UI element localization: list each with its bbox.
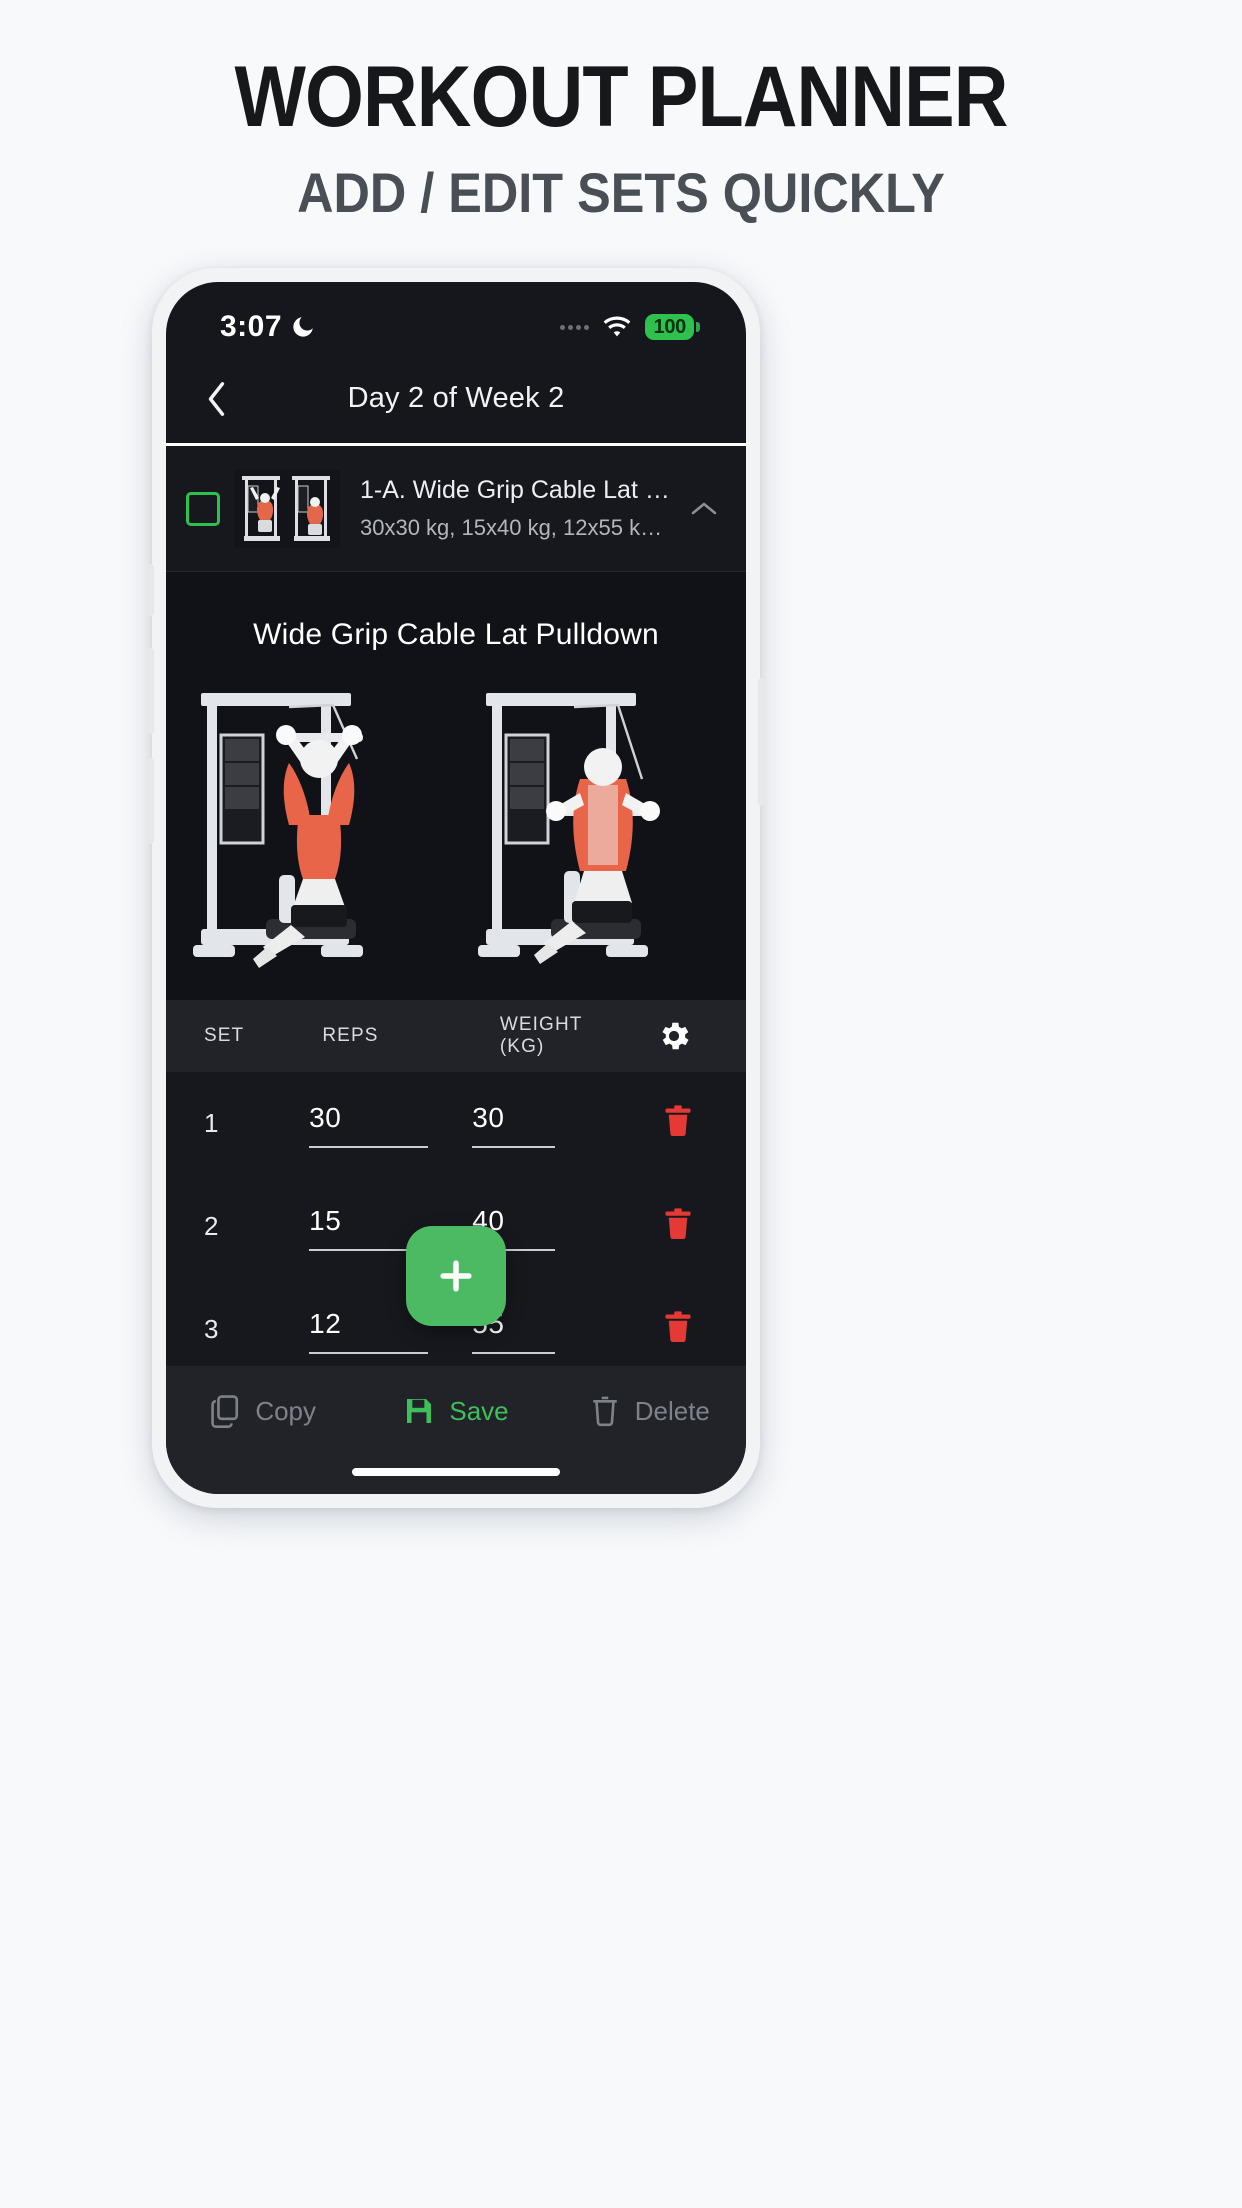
volume-down-button[interactable] xyxy=(147,758,154,844)
power-button[interactable] xyxy=(758,678,765,806)
trash-icon xyxy=(665,1208,691,1239)
battery-level: 100 xyxy=(644,314,694,340)
delete-set-button[interactable] xyxy=(641,1205,716,1241)
page-title: WORKOUT PLANNER xyxy=(234,49,1009,145)
trash-icon xyxy=(665,1105,691,1136)
status-bar-left: 3:07 xyxy=(220,310,316,344)
copy-label: Copy xyxy=(255,1395,317,1426)
save-floppy-icon xyxy=(407,1399,432,1423)
phone-mockup: 3:07 100 Day 2 of Week 2 1-A. Wide Grip … xyxy=(147,268,765,1508)
input-underline xyxy=(309,1352,429,1354)
table-row: 1 30 30 xyxy=(166,1072,746,1175)
column-header-weight: WEIGHT (KG) xyxy=(499,1014,583,1057)
exercise-sets-summary: 30x30 kg, 15x40 kg, 12x55 kg, 10x70 k… xyxy=(360,515,670,541)
nav-title: Day 2 of Week 2 xyxy=(347,382,565,414)
collapse-exercise-button[interactable] xyxy=(684,499,724,519)
lat-pulldown-start-icon xyxy=(171,675,456,995)
screenshot-root: WORKOUT PLANNER ADD / EDIT SETS QUICKLY … xyxy=(0,0,1242,2208)
copy-icon xyxy=(211,1395,239,1428)
weight-value: 30 xyxy=(472,1102,505,1133)
exercise-text: 1-A. Wide Grip Cable Lat Pulld… 30x30 kg… xyxy=(354,475,670,542)
delete-button[interactable]: Delete xyxy=(553,1394,746,1428)
input-underline xyxy=(309,1146,429,1148)
exercise-list-item[interactable]: 1-A. Wide Grip Cable Lat Pulld… 30x30 kg… xyxy=(166,446,746,572)
input-underline xyxy=(472,1146,555,1148)
exercise-complete-checkbox[interactable] xyxy=(186,491,220,526)
exercise-name: 1-A. Wide Grip Cable Lat Pulld… xyxy=(360,476,670,505)
trash-icon xyxy=(592,1396,617,1427)
copy-button[interactable]: Copy xyxy=(166,1394,359,1428)
page-subtitle: ADD / EDIT SETS QUICKLY xyxy=(297,161,945,225)
add-set-button[interactable] xyxy=(406,1226,506,1326)
exercise-detail-panel: Wide Grip Cable Lat Pulldown xyxy=(166,572,746,1000)
signal-dots-icon xyxy=(559,324,589,330)
promo-header: WORKOUT PLANNER ADD / EDIT SETS QUICKLY xyxy=(0,52,1242,225)
phone-screen: 3:07 100 Day 2 of Week 2 1-A. Wide Grip … xyxy=(166,282,746,1494)
set-number: 2 xyxy=(204,1211,219,1241)
chevron-left-icon xyxy=(208,381,225,416)
reps-input[interactable]: 30 xyxy=(309,1102,472,1148)
gear-icon xyxy=(662,1022,689,1050)
reps-value: 30 xyxy=(309,1102,342,1133)
status-bar: 3:07 100 xyxy=(166,282,746,354)
sets-settings-button[interactable] xyxy=(631,1018,716,1054)
exercise-illustration xyxy=(166,670,746,1000)
weight-input[interactable]: 30 xyxy=(472,1102,640,1148)
exercise-detail-title: Wide Grip Cable Lat Pulldown xyxy=(253,618,659,651)
plus-icon xyxy=(440,1260,472,1292)
nav-bar: Day 2 of Week 2 xyxy=(166,354,746,446)
home-indicator[interactable] xyxy=(352,1468,560,1476)
back-button[interactable] xyxy=(188,370,246,428)
save-button[interactable]: Save xyxy=(359,1394,552,1428)
chevron-up-icon xyxy=(691,502,717,514)
sets-table-header: SET REPS WEIGHT (KG) xyxy=(166,1000,746,1072)
status-time: 3:07 xyxy=(220,310,283,343)
column-header-reps: REPS xyxy=(322,1025,379,1046)
status-bar-right: 100 xyxy=(559,314,700,340)
exercise-thumbnail xyxy=(234,469,340,548)
input-underline xyxy=(472,1352,555,1354)
set-number: 3 xyxy=(204,1314,219,1344)
delete-set-button[interactable] xyxy=(641,1102,716,1138)
wifi-icon xyxy=(603,316,630,337)
battery-cap-icon xyxy=(696,322,700,332)
delete-set-button[interactable] xyxy=(641,1308,716,1344)
exercise-thumbnail-icon xyxy=(234,469,340,548)
delete-label: Delete xyxy=(634,1395,710,1426)
save-label: Save xyxy=(449,1395,509,1426)
silent-switch[interactable] xyxy=(147,564,154,616)
volume-up-button[interactable] xyxy=(147,648,154,734)
column-header-set: SET xyxy=(204,1025,245,1046)
battery-indicator: 100 xyxy=(644,314,700,340)
moon-icon xyxy=(293,317,313,337)
set-number: 1 xyxy=(204,1108,219,1138)
trash-icon xyxy=(665,1311,691,1342)
lat-pulldown-end-icon xyxy=(456,675,741,995)
